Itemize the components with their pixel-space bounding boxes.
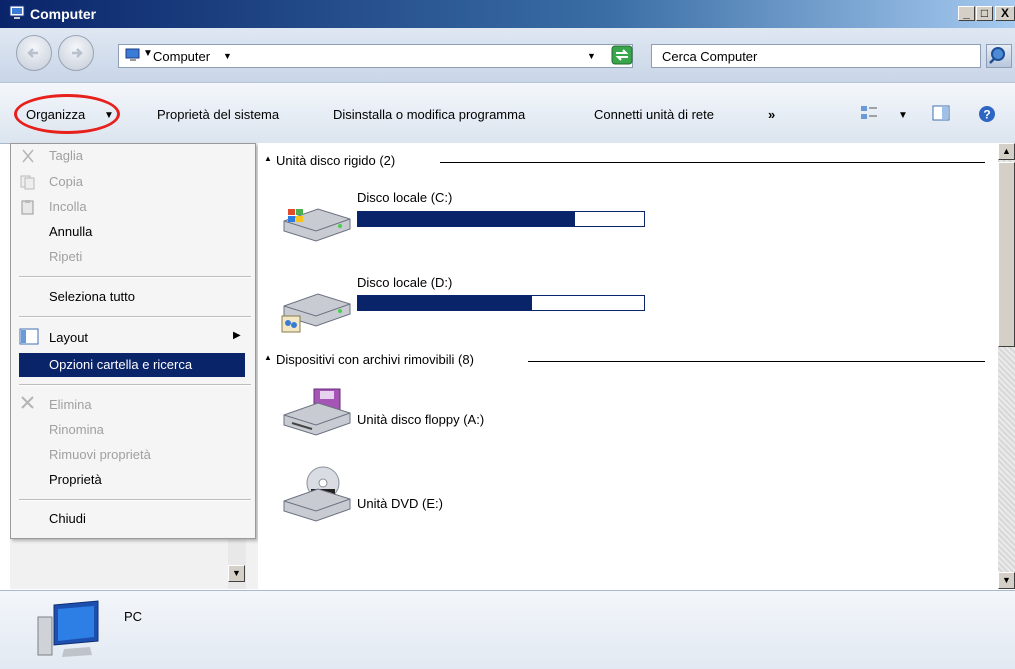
map-network-drive-button[interactable]: Connetti unità di rete [594,107,714,122]
forward-button[interactable] [58,35,94,71]
drive-label-floppy[interactable]: Unità disco floppy (A:) [357,412,484,427]
scroll-down-arrow[interactable]: ▼ [228,565,245,582]
floppy-drive-icon [283,388,351,436]
menu-item-layout[interactable]: Layout [49,330,88,345]
views-icon[interactable] [860,105,878,121]
scissors-icon [22,149,34,163]
chevron-down-icon[interactable]: ▼ [143,48,153,59]
menu-item-rename[interactable]: Rinomina [49,422,104,437]
drive-label-d[interactable]: Disco locale (D:) [357,275,452,290]
scrollbar-thumb[interactable] [998,162,1015,347]
copy-icon [20,175,35,190]
address-bar-area: ▼ Computer ▼ ▼ Cerca Computer [0,28,1015,83]
scroll-up-arrow[interactable]: ▲ [998,143,1015,160]
hard-drive-icon [281,293,351,333]
chevron-down-icon[interactable]: ▼ [898,110,908,121]
uninstall-program-button[interactable]: Disinstalla o modifica programma [333,107,525,122]
refresh-icon[interactable] [609,44,635,66]
window-title: Computer [30,6,97,22]
chevron-down-icon[interactable]: ▼ [223,51,232,61]
help-icon[interactable]: ? [978,105,996,123]
delete-icon [21,396,34,409]
minimize-button[interactable]: _ [958,6,975,21]
chevron-down-icon[interactable]: ▼ [104,110,114,121]
group-header-removable[interactable]: Dispositivi con archivi rimovibili (8) [276,352,474,367]
more-commands-button[interactable]: » [768,107,775,122]
drive-usage-bar-d [357,295,645,311]
drive-usage-fill-d [358,296,533,310]
menu-item-delete[interactable]: Elimina [49,397,92,412]
preview-pane-icon[interactable] [932,105,950,121]
group-header-hard-disks[interactable]: Unità disco rigido (2) [276,153,395,168]
scroll-down-arrow[interactable]: ▼ [998,572,1015,589]
organize-button[interactable]: Organizza [26,107,85,122]
title-bar: Computer _ □ X [0,0,1015,28]
menu-item-paste[interactable]: Incolla [49,199,87,214]
organize-menu: Taglia Copia Incolla Annulla Ripeti Sele… [10,143,256,539]
pc-monitor-icon [37,600,99,657]
nav-scrollbar[interactable]: ▼ [228,539,246,589]
paste-icon [21,200,34,215]
system-properties-button[interactable]: Proprietà del sistema [157,107,279,122]
computer-icon [125,48,140,61]
back-arrow-icon [27,48,38,58]
menu-item-select-all[interactable]: Seleziona tutto [49,289,135,304]
search-button[interactable] [986,44,1012,68]
content-pane: ▲ Unità disco rigido (2) Disco locale (C… [258,143,998,589]
address-dropdown-icon[interactable]: ▼ [587,51,596,61]
svg-text:?: ? [983,108,990,122]
address-path[interactable]: Computer [153,49,210,64]
group-divider [528,361,985,362]
menu-item-cut[interactable]: Taglia [49,148,83,163]
forward-arrow-icon [72,48,83,58]
menu-separator [19,384,251,386]
layout-icon [19,328,39,345]
search-input[interactable]: Cerca Computer [651,44,981,68]
command-bar: Organizza ▼ Proprietà del sistema Disins… [0,83,1015,144]
collapse-arrow-icon[interactable]: ▲ [264,154,272,163]
menu-item-undo[interactable]: Annulla [49,224,92,239]
collapse-arrow-icon[interactable]: ▲ [264,353,272,362]
drive-label-c[interactable]: Disco locale (C:) [357,190,452,205]
drive-label-dvd[interactable]: Unità DVD (E:) [357,496,443,511]
hard-drive-windows-icon [283,208,351,242]
menu-item-close[interactable]: Chiudi [49,511,86,526]
menu-separator [19,276,251,278]
address-box[interactable]: ▼ Computer ▼ ▼ [118,44,633,68]
menu-item-remove-properties[interactable]: Rimuovi proprietà [49,447,151,462]
menu-item-properties[interactable]: Proprietà [49,472,102,487]
back-button[interactable] [16,35,52,71]
details-pane: PC [0,590,1015,669]
computer-icon [9,5,25,19]
menu-item-copy[interactable]: Copia [49,174,83,189]
details-item-name: PC [124,609,143,624]
group-divider [440,162,985,163]
menu-separator [19,499,251,501]
drive-usage-bar-c [357,211,645,227]
dvd-drive-icon: DVD [283,466,351,522]
menu-item-redo[interactable]: Ripeti [49,249,82,264]
drive-usage-fill-c [358,212,576,226]
search-placeholder: Cerca Computer [662,49,758,64]
search-icon [989,47,1005,64]
maximize-button[interactable]: □ [976,6,993,21]
close-button[interactable]: X [995,6,1015,21]
menu-item-folder-options[interactable]: Opzioni cartella e ricerca [49,357,192,372]
menu-separator [19,316,251,318]
submenu-arrow-icon: ▶ [233,330,241,341]
